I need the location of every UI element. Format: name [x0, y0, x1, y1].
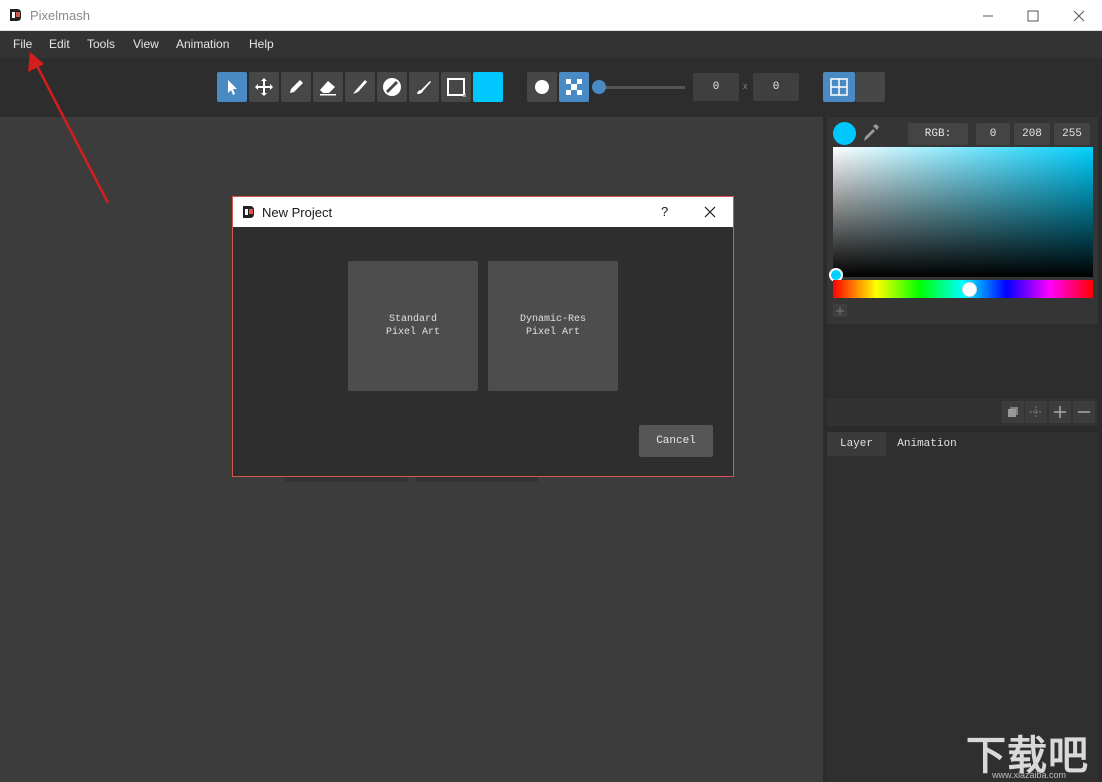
move-small-icon — [1030, 406, 1042, 418]
tab-animation[interactable]: Animation — [886, 432, 968, 456]
maximize-button[interactable] — [1010, 0, 1056, 31]
menu-tools[interactable]: Tools — [87, 37, 115, 51]
menu-file[interactable]: File — [13, 37, 32, 51]
select-arrow-icon — [228, 80, 237, 95]
grid-icon — [830, 78, 848, 96]
standard-pixel-art-card[interactable]: Standard Pixel Art — [348, 261, 478, 391]
move-tool-button[interactable] — [249, 72, 279, 102]
dialog-help-button[interactable]: ? — [661, 204, 668, 219]
offset-x-field[interactable]: 0 — [693, 73, 739, 101]
close-window-button[interactable] — [1056, 0, 1102, 31]
remove-layer-button[interactable] — [1073, 401, 1095, 423]
cancel-button[interactable]: Cancel — [639, 425, 713, 457]
menu-edit[interactable]: Edit — [49, 37, 70, 51]
red-value-field[interactable]: 0 — [976, 123, 1010, 145]
plus-icon — [1054, 406, 1066, 418]
move-layer-button[interactable] — [1025, 401, 1047, 423]
view-toggle-button[interactable] — [855, 72, 885, 102]
annotation-arrow — [28, 52, 110, 204]
add-swatch-button[interactable] — [833, 304, 847, 317]
grid-toggle-button[interactable] — [823, 72, 855, 102]
pencil-icon — [290, 80, 303, 93]
color-preview-swatch[interactable] — [833, 122, 856, 145]
minus-icon — [1078, 411, 1090, 413]
offset-y-field[interactable]: 0 — [753, 73, 799, 101]
circle-brush-icon — [535, 80, 549, 94]
dynamic-res-pixel-art-card[interactable]: Dynamic-Res Pixel Art — [488, 261, 618, 391]
saturation-value-picker[interactable] — [833, 147, 1093, 277]
window-titlebar: Pixelmash — [0, 0, 1102, 31]
brush-size-slider-track[interactable] — [599, 86, 685, 89]
layer-tabs: Layer Animation — [827, 432, 1098, 456]
move-icon — [255, 78, 273, 96]
checker-brush-icon — [566, 79, 582, 95]
eyedropper-icon[interactable] — [862, 123, 880, 143]
round-brush-button[interactable] — [527, 72, 557, 102]
app-logo-icon — [243, 206, 254, 218]
select-tool-button[interactable] — [217, 72, 247, 102]
dialog-title: New Project — [262, 205, 333, 220]
duplicate-icon — [1008, 407, 1018, 417]
fill-tool-button[interactable] — [377, 72, 407, 102]
dialog-titlebar: New Project ? — [233, 197, 733, 227]
dialog-close-icon[interactable] — [704, 206, 716, 218]
rectangle-icon — [447, 78, 466, 97]
close-icon — [1073, 10, 1085, 21]
menu-animation[interactable]: Animation — [176, 37, 229, 51]
maximize-icon — [1027, 10, 1039, 21]
menu-view[interactable]: View — [133, 37, 159, 51]
green-value-field[interactable]: 208 — [1014, 123, 1050, 145]
minimize-button[interactable] — [965, 0, 1011, 31]
new-project-dialog: New Project ? Standard Pixel Art Dynamic… — [232, 196, 734, 477]
add-layer-button[interactable] — [1049, 401, 1071, 423]
fill-icon — [383, 78, 401, 96]
smudge-icon — [417, 81, 431, 94]
watermark-url: www.xiazaiba.com — [992, 770, 1067, 780]
hue-slider-handle[interactable] — [962, 282, 977, 297]
duplicate-layer-button[interactable] — [1002, 401, 1024, 423]
plus-icon — [836, 306, 844, 315]
rectangle-tool-button[interactable] — [441, 72, 471, 102]
smudge-tool-button[interactable] — [409, 72, 439, 102]
color-mode-label[interactable]: RGB: — [908, 123, 968, 145]
app-logo-icon — [10, 9, 21, 21]
color-panel: RGB: 0 208 255 — [827, 117, 1098, 324]
tab-layer[interactable]: Layer — [827, 432, 886, 456]
brush-tool-button[interactable] — [345, 72, 375, 102]
eraser-icon — [320, 81, 336, 96]
toolbar: 0 x 0 — [0, 58, 1102, 117]
eraser-tool-button[interactable] — [313, 72, 343, 102]
blue-value-field[interactable]: 255 — [1054, 123, 1090, 145]
brush-size-slider-handle[interactable] — [592, 80, 606, 94]
brush-icon — [353, 80, 367, 94]
xy-separator: x — [743, 81, 748, 91]
swatch-area — [827, 326, 1098, 396]
menu-bar: File Edit Tools View Animation Help — [0, 31, 1102, 58]
layer-toolbar — [827, 398, 1098, 426]
dither-brush-button[interactable] — [559, 72, 589, 102]
current-color-swatch[interactable] — [473, 72, 503, 102]
window-title: Pixelmash — [30, 8, 90, 23]
menu-help[interactable]: Help — [249, 37, 274, 51]
pencil-tool-button[interactable] — [281, 72, 311, 102]
minimize-icon — [983, 15, 993, 16]
